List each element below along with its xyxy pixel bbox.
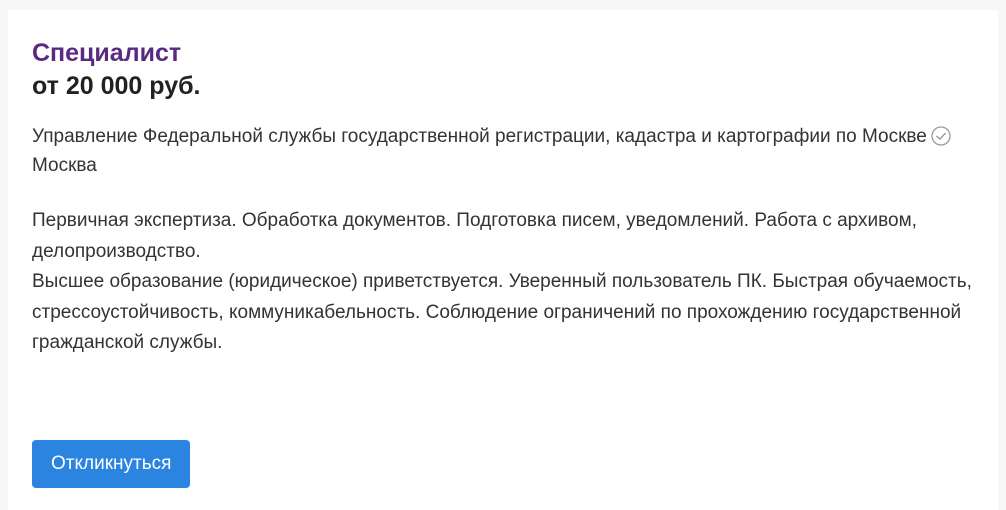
vacancy-city: Москва: [32, 155, 97, 176]
description-duties: Первичная экспертиза. Обработка документ…: [32, 210, 917, 262]
employer-block: Управление Федеральной службы государств…: [32, 121, 972, 153]
vacancy-description: Первичная экспертиза. Обработка документ…: [32, 206, 972, 359]
vacancy-salary: от 20 000 руб.: [32, 72, 201, 100]
check-circle-icon: [931, 125, 951, 146]
employer-name[interactable]: Управление Федеральной службы государств…: [32, 126, 927, 147]
description-requirements: Высшее образование (юридическое) приветс…: [32, 271, 972, 353]
vacancy-title[interactable]: Специалист: [32, 37, 998, 70]
apply-button[interactable]: Откликнуться: [32, 440, 191, 488]
vacancy-card: Специалист от 20 000 руб. Управление Фед…: [8, 10, 998, 510]
